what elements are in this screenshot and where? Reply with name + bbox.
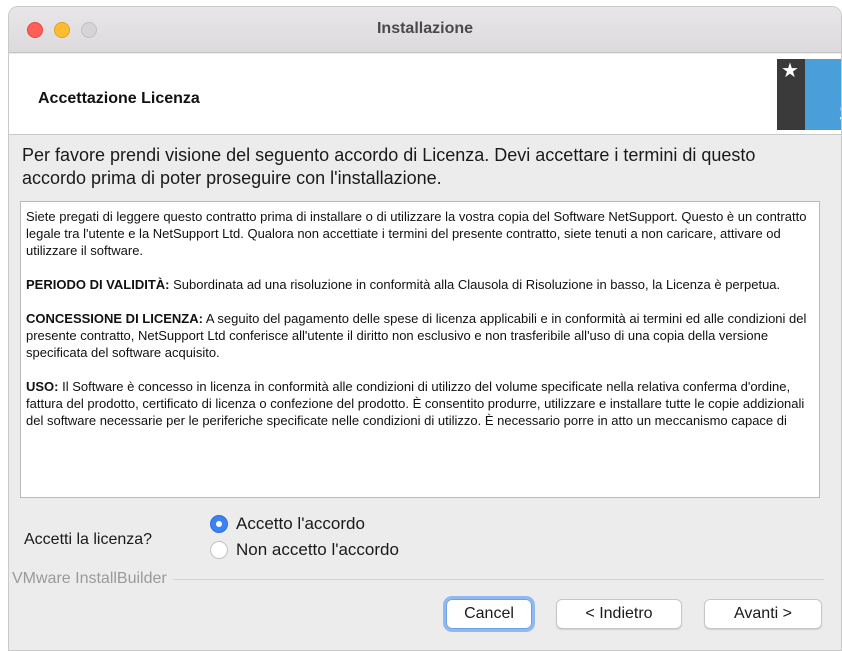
installbuilder-separator: VMware InstallBuilder (0, 570, 834, 590)
decline-option[interactable]: Non accetto l'accordo (210, 540, 399, 560)
logo-dark-panel: ★ (777, 59, 805, 130)
accept-option[interactable]: Accetto l'accordo (210, 514, 365, 534)
decline-radio-button[interactable] (210, 541, 228, 559)
license-section-body: Subordinata ad una risoluzione in confor… (169, 277, 781, 292)
license-text-area[interactable]: Siete pregati di leggere questo contratt… (20, 201, 820, 498)
window-title: Installazione (376, 20, 474, 37)
back-button[interactable]: < Indietro (556, 599, 682, 629)
license-section-heading: PERIODO DI VALIDITÀ: (26, 277, 170, 292)
netsupport-logo: ★ S (777, 59, 841, 130)
license-paragraph: CONCESSIONE DI LICENZA: A seguito del pa… (26, 310, 814, 361)
license-section-body: Il Software è concesso in licenza in con… (26, 379, 805, 428)
license-paragraph: PERIODO DI VALIDITÀ: Subordinata ad una … (26, 276, 814, 293)
license-paragraph: Siete pregati di leggere questo contratt… (26, 209, 807, 258)
accept-option-label[interactable]: Accetto l'accordo (236, 514, 365, 534)
license-paragraph: USO: Il Software è concesso in licenza i… (26, 378, 814, 429)
accept-radio-button[interactable] (210, 515, 228, 533)
cancel-button[interactable]: Cancel (443, 596, 535, 632)
license-section-heading: CONCESSIONE DI LICENZA: (26, 311, 203, 326)
logo-blue-panel: S (805, 59, 841, 130)
license-section-heading: USO: (26, 379, 59, 394)
star-icon: ★ (781, 60, 799, 82)
decline-option-label[interactable]: Non accetto l'accordo (236, 540, 399, 560)
accept-license-question: Accetti la licenza? (24, 531, 153, 548)
next-button[interactable]: Avanti > (704, 599, 822, 629)
license-intro-text: Per favore prendi visione del seguento a… (22, 145, 756, 188)
title-bar[interactable]: Installazione (9, 7, 841, 53)
page-header: Accettazione Licenza ★ S (9, 54, 841, 135)
installbuilder-label: VMware InstallBuilder (12, 570, 173, 588)
page-title: Accettazione Licenza (38, 90, 200, 107)
